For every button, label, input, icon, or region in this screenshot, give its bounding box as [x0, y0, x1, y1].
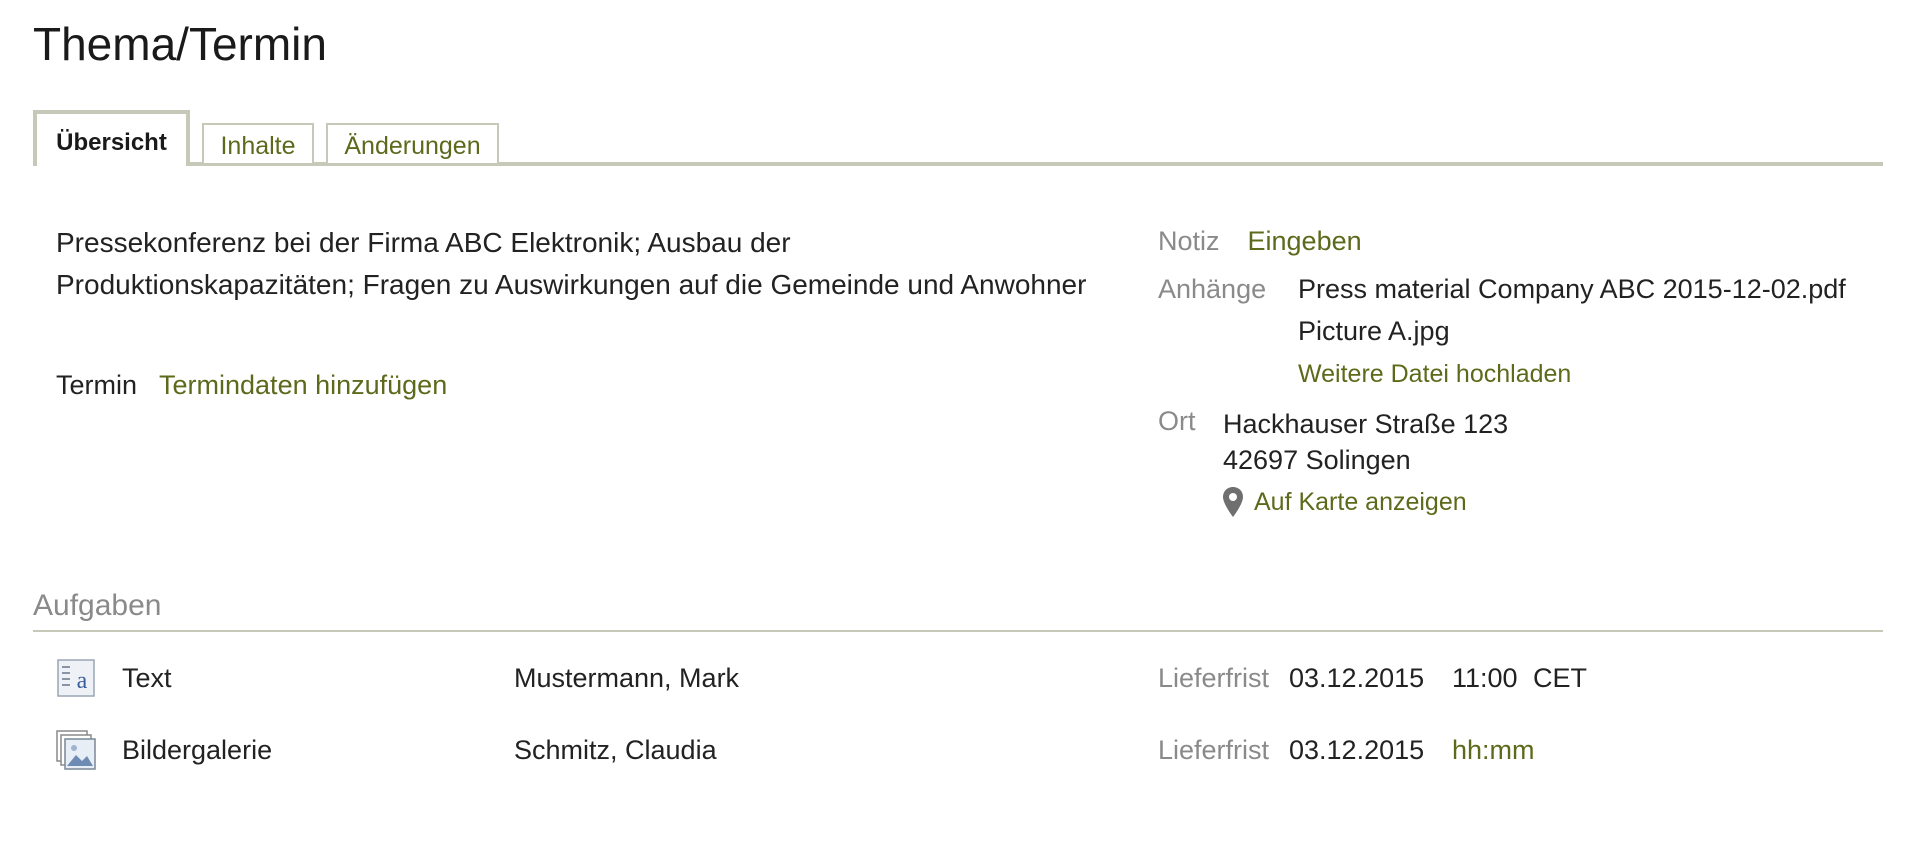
attachment-file-2[interactable]: Picture A.jpg — [1298, 316, 1450, 347]
task-name: Bildergalerie — [122, 735, 273, 765]
ort-label: Ort — [1158, 406, 1196, 436]
map-pin-icon — [1223, 487, 1243, 517]
task-name: Text — [122, 663, 172, 693]
task-deadline-date[interactable]: 03.12.2015 — [1289, 730, 1424, 770]
attachment-file-1[interactable]: Press material Company ABC 2015-12-02.pd… — [1298, 274, 1846, 305]
task-row[interactable]: Bildergalerie Schmitz, Claudia Lieferfri… — [56, 730, 1856, 770]
task-deadline-time[interactable]: 11:00 — [1452, 658, 1518, 698]
task-deadline-label: Lieferfrist — [1158, 735, 1270, 765]
tab-inhalte[interactable]: Inhalte — [202, 123, 314, 163]
text-document-icon: a — [57, 659, 95, 697]
task-assignee: Mustermann, Mark — [514, 663, 740, 693]
task-deadline-time-input[interactable]: hh:mm — [1452, 730, 1535, 770]
notiz-label: Notiz — [1158, 226, 1220, 256]
task-timezone: CET — [1533, 663, 1587, 693]
address-city: 42697 Solingen — [1223, 445, 1411, 475]
task-deadline-label: Lieferfrist — [1158, 663, 1270, 693]
tab-aenderungen[interactable]: Änderungen — [326, 123, 499, 163]
upload-file-link[interactable]: Weitere Datei hochladen — [1298, 360, 1571, 389]
anhaenge-label: Anhänge — [1158, 274, 1267, 304]
add-termin-link[interactable]: Termindaten hinzufügen — [159, 370, 447, 401]
termin-row: Termin Termindaten hinzufügen — [56, 370, 447, 401]
show-map-link[interactable]: Auf Karte anzeigen — [1222, 486, 1467, 518]
address: Hackhauser Straße 123 42697 Solingen — [1223, 406, 1508, 478]
task-assignee: Schmitz, Claudia — [514, 735, 717, 765]
termin-label: Termin — [56, 370, 138, 400]
task-deadline-date[interactable]: 03.12.2015 — [1289, 658, 1424, 698]
image-gallery-icon — [56, 730, 96, 770]
address-street: Hackhauser Straße 123 — [1223, 409, 1509, 439]
notiz-enter-link[interactable]: Eingeben — [1248, 226, 1362, 257]
svg-text:a: a — [77, 668, 88, 694]
page-title: Thema/Termin — [33, 18, 327, 70]
tasks-section-title: Aufgaben — [33, 589, 162, 622]
task-row[interactable]: a Text Mustermann, Mark Lieferfrist 03.1… — [56, 658, 1856, 698]
show-map-label[interactable]: Auf Karte anzeigen — [1254, 488, 1467, 517]
topic-description: Pressekonferenz bei der Firma ABC Elektr… — [56, 227, 1087, 300]
tasks-divider — [33, 630, 1883, 632]
notiz-row: Notiz Eingeben — [1158, 226, 1362, 257]
tab-uebersicht[interactable]: Übersicht — [33, 110, 190, 166]
